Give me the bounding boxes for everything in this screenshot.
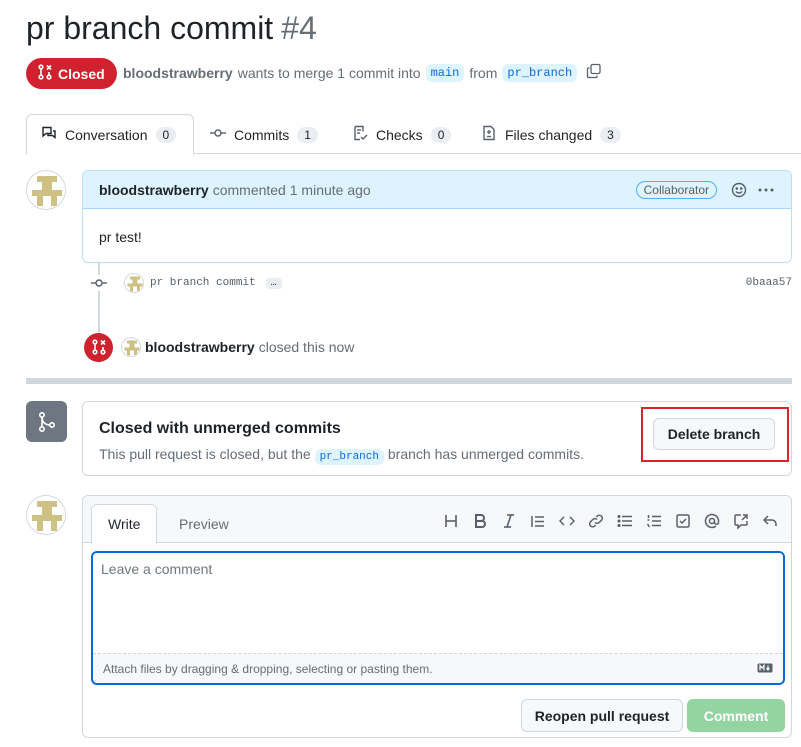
merge-status-desc: This pull request is closed, but the pr_… xyxy=(99,446,584,465)
italic-icon[interactable] xyxy=(500,512,518,530)
desc-text: This pull request is closed, but the xyxy=(99,446,311,462)
tab-preview[interactable]: Preview xyxy=(163,504,245,544)
editor-tabs: Write Preview xyxy=(83,496,791,544)
checklist-icon xyxy=(352,125,368,144)
avatar[interactable] xyxy=(121,337,141,357)
tab-counter: 0 xyxy=(430,126,452,143)
merge-status-title: Closed with unmerged commits xyxy=(99,420,341,437)
code-icon[interactable] xyxy=(558,512,576,530)
tab-label: Conversation xyxy=(65,126,148,143)
state-badge: Closed xyxy=(26,58,117,89)
comment-body: pr test! xyxy=(99,229,142,245)
tab-write[interactable]: Write xyxy=(91,504,158,544)
comment-time[interactable]: 1 minute ago xyxy=(290,182,371,198)
pr-closed-icon xyxy=(84,332,113,362)
event-author[interactable]: bloodstrawberry xyxy=(145,339,255,355)
state-label: Closed xyxy=(58,65,105,82)
kebab-horizontal-icon[interactable] xyxy=(757,182,775,198)
commit-event: pr branch commit … 0baaa57 xyxy=(90,273,792,293)
task-list-icon[interactable] xyxy=(674,512,692,530)
smiley-icon[interactable] xyxy=(731,182,747,198)
tab-label: Files changed xyxy=(505,126,593,143)
tab-conversation[interactable]: Conversation 0 xyxy=(26,114,194,155)
pr-author-link[interactable]: bloodstrawberry xyxy=(123,65,233,81)
tab-commits[interactable]: Commits 1 xyxy=(196,114,332,155)
tab-label: Checks xyxy=(376,126,423,143)
pr-title: pr branch commit xyxy=(26,10,274,46)
commit-message[interactable]: pr branch commit xyxy=(150,277,256,289)
avatar[interactable] xyxy=(26,170,66,210)
ordered-list-icon[interactable] xyxy=(645,512,663,530)
attach-hint: Attach files by dragging & dropping, sel… xyxy=(103,661,433,676)
markdown-icon[interactable] xyxy=(757,662,773,676)
file-diff-icon xyxy=(481,125,497,144)
pr-meta: bloodstrawberry wants to merge 1 commit … xyxy=(123,63,602,82)
tab-counter: 1 xyxy=(297,126,318,143)
tab-label: Commits xyxy=(234,126,290,143)
mention-icon[interactable] xyxy=(703,512,721,530)
meta-text: wants to merge 1 commit into xyxy=(237,64,421,81)
reference-icon[interactable] xyxy=(732,512,750,530)
comment-textarea[interactable] xyxy=(93,553,783,653)
meta-text-from: from xyxy=(469,64,498,81)
event-text: closed this now xyxy=(258,339,355,355)
tab-counter: 0 xyxy=(155,126,177,143)
branch-name[interactable]: pr_branch xyxy=(314,449,384,465)
attach-files-bar[interactable]: Attach files by dragging & dropping, sel… xyxy=(93,653,783,683)
git-merge-icon xyxy=(26,401,67,442)
commit-expand-button[interactable]: … xyxy=(265,277,282,289)
unordered-list-icon[interactable] xyxy=(616,512,634,530)
avatar[interactable] xyxy=(26,495,66,535)
comment-editor: Write Preview Attach files by dragging &… xyxy=(82,495,792,738)
role-badge: Collaborator xyxy=(635,180,717,199)
tab-files-changed[interactable]: Files changed 3 xyxy=(467,114,635,155)
base-branch[interactable]: main xyxy=(425,63,465,82)
timeline-divider xyxy=(26,378,792,384)
comment-card: bloodstrawberry commented 1 minute ago C… xyxy=(82,170,792,263)
comment-header: bloodstrawberry commented 1 minute ago C… xyxy=(83,171,791,209)
reopen-pull-request-button[interactable]: Reopen pull request xyxy=(521,699,683,732)
highlight-box xyxy=(641,407,789,462)
tab-counter: 3 xyxy=(600,126,621,143)
link-icon[interactable] xyxy=(587,512,605,530)
markdown-toolbar xyxy=(442,512,779,530)
git-commit-icon xyxy=(210,125,226,144)
commit-sha[interactable]: 0baaa57 xyxy=(746,277,792,289)
reply-icon[interactable] xyxy=(761,512,779,530)
comment-action: commented xyxy=(212,181,286,198)
comment-textarea-wrap: Attach files by dragging & dropping, sel… xyxy=(91,551,785,685)
heading-icon[interactable] xyxy=(442,512,460,530)
comment-author[interactable]: bloodstrawberry xyxy=(99,182,209,198)
page-title: pr branch commit #4 xyxy=(26,10,317,47)
comment-button[interactable]: Comment xyxy=(687,699,785,732)
pr-closed-icon xyxy=(38,64,52,83)
pr-number: #4 xyxy=(281,10,317,46)
pr-tabs: Conversation 0 Commits 1 Checks 0 Files … xyxy=(26,114,801,155)
bold-icon[interactable] xyxy=(471,512,489,530)
comment-discussion-icon xyxy=(41,125,57,144)
avatar[interactable] xyxy=(124,273,144,293)
git-commit-icon xyxy=(90,275,108,291)
closed-event: bloodstrawberry closed this now xyxy=(84,332,792,362)
quote-icon[interactable] xyxy=(529,512,547,530)
tab-checks[interactable]: Checks 0 xyxy=(338,114,465,155)
desc-text: branch has unmerged commits. xyxy=(387,446,584,462)
head-branch[interactable]: pr_branch xyxy=(502,63,578,82)
copy-icon[interactable] xyxy=(586,63,602,82)
